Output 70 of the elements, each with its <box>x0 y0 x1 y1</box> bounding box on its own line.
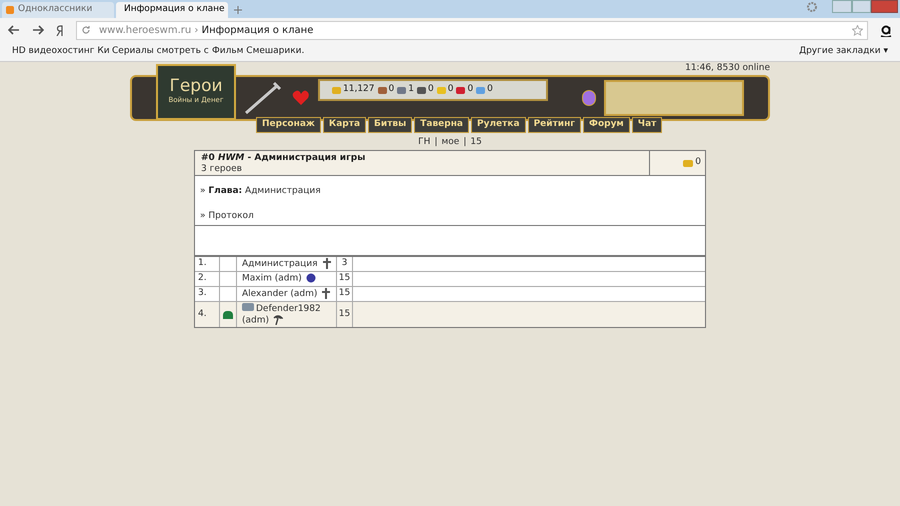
resource-amount: 0 <box>388 83 394 96</box>
reload-icon[interactable] <box>81 25 91 35</box>
nav-button[interactable]: Чат <box>632 117 662 133</box>
resource-icon <box>456 86 466 94</box>
table-cell: 15 <box>337 302 353 327</box>
resource-icon <box>436 86 446 94</box>
coin-pile-icon <box>683 160 694 166</box>
resource-amount: 11,127 <box>343 83 374 96</box>
link-separator: | <box>434 136 438 149</box>
clan-icon <box>223 310 233 318</box>
window-controls[interactable] <box>832 0 898 13</box>
new-tab-icon[interactable] <box>234 6 242 14</box>
browser-tab[interactable]: Одноклассники <box>2 2 114 18</box>
resource-amount: 0 <box>467 83 474 96</box>
clan-treasury: 0 <box>695 156 701 170</box>
nav-button[interactable]: Таверна <box>414 117 469 133</box>
table-cell: 3. <box>195 287 220 301</box>
address-bar[interactable]: www.heroeswm.ru › Информация о клане <box>76 20 868 40</box>
sublink[interactable]: 15 <box>470 136 482 150</box>
resource-amount: 1 <box>408 83 414 96</box>
resource-amount: 0 <box>428 83 434 96</box>
potion-icon[interactable] <box>582 90 596 106</box>
table-cell: 15 <box>337 272 353 286</box>
resource-icon <box>378 86 386 94</box>
other-bookmarks[interactable]: Другие закладки ▾ <box>799 44 888 58</box>
orb-icon <box>306 273 316 284</box>
yandex-icon[interactable] <box>56 24 64 36</box>
protocol-link[interactable]: » Протокол <box>200 210 700 223</box>
star-icon[interactable] <box>852 24 863 36</box>
table-cell: 4. <box>195 302 220 327</box>
resource-amount: 0 <box>448 83 454 96</box>
online-status: 11:46, 8530 online <box>685 62 770 75</box>
site-icon <box>6 6 14 14</box>
resource-icon <box>397 86 406 94</box>
resource-icon <box>416 86 426 94</box>
nav-button[interactable]: Карта <box>322 117 366 133</box>
resource-amount: 0 <box>487 83 493 96</box>
bookmark-link[interactable]: HD видеохостинг Ки <box>12 44 110 58</box>
cross-icon <box>321 288 332 300</box>
table-cell: 15 <box>337 287 353 301</box>
table-cell: 3 <box>337 257 353 271</box>
hero-count: 3 героев <box>201 164 243 175</box>
nav-button[interactable]: Персонаж <box>256 117 321 133</box>
link-separator: | <box>463 136 466 149</box>
back-icon[interactable] <box>8 25 20 35</box>
bookmark-link[interactable]: Сериалы смотреть с <box>112 44 210 58</box>
cross-icon <box>322 258 332 270</box>
resource-icon <box>476 86 486 94</box>
browser-tab[interactable]: Информация о клане <box>116 2 228 18</box>
bookmark-link[interactable]: Фильм Смешарики. <box>212 44 310 58</box>
nav-button[interactable]: Форум <box>583 117 630 133</box>
table-cell: 2. <box>195 272 220 286</box>
sublink[interactable]: мое <box>441 136 460 150</box>
member-name[interactable]: Alexander (adm) <box>237 287 337 301</box>
heart-icon[interactable] <box>292 90 310 106</box>
member-name[interactable]: Defender1982 (adm) <box>237 302 337 327</box>
clan-title: #0 HWM - Администрация игры <box>201 153 366 164</box>
avatar-icon <box>242 302 254 311</box>
sublink[interactable]: ГН <box>418 136 430 150</box>
head-link[interactable]: Администрация <box>245 186 321 196</box>
amazon-logo-icon[interactable] <box>880 24 892 36</box>
member-name[interactable]: Maxim (adm) <box>237 272 337 286</box>
clan-head: » Глава: Администрация <box>200 185 322 198</box>
forward-icon[interactable] <box>32 25 44 35</box>
nav-button[interactable]: Битвы <box>368 117 412 133</box>
table-cell: 1. <box>195 257 220 271</box>
member-name[interactable]: Администрация <box>237 257 337 271</box>
nav-button[interactable]: Рулетка <box>471 117 526 133</box>
nav-button[interactable]: Рейтинг <box>528 117 582 133</box>
resource-icon <box>332 86 341 94</box>
